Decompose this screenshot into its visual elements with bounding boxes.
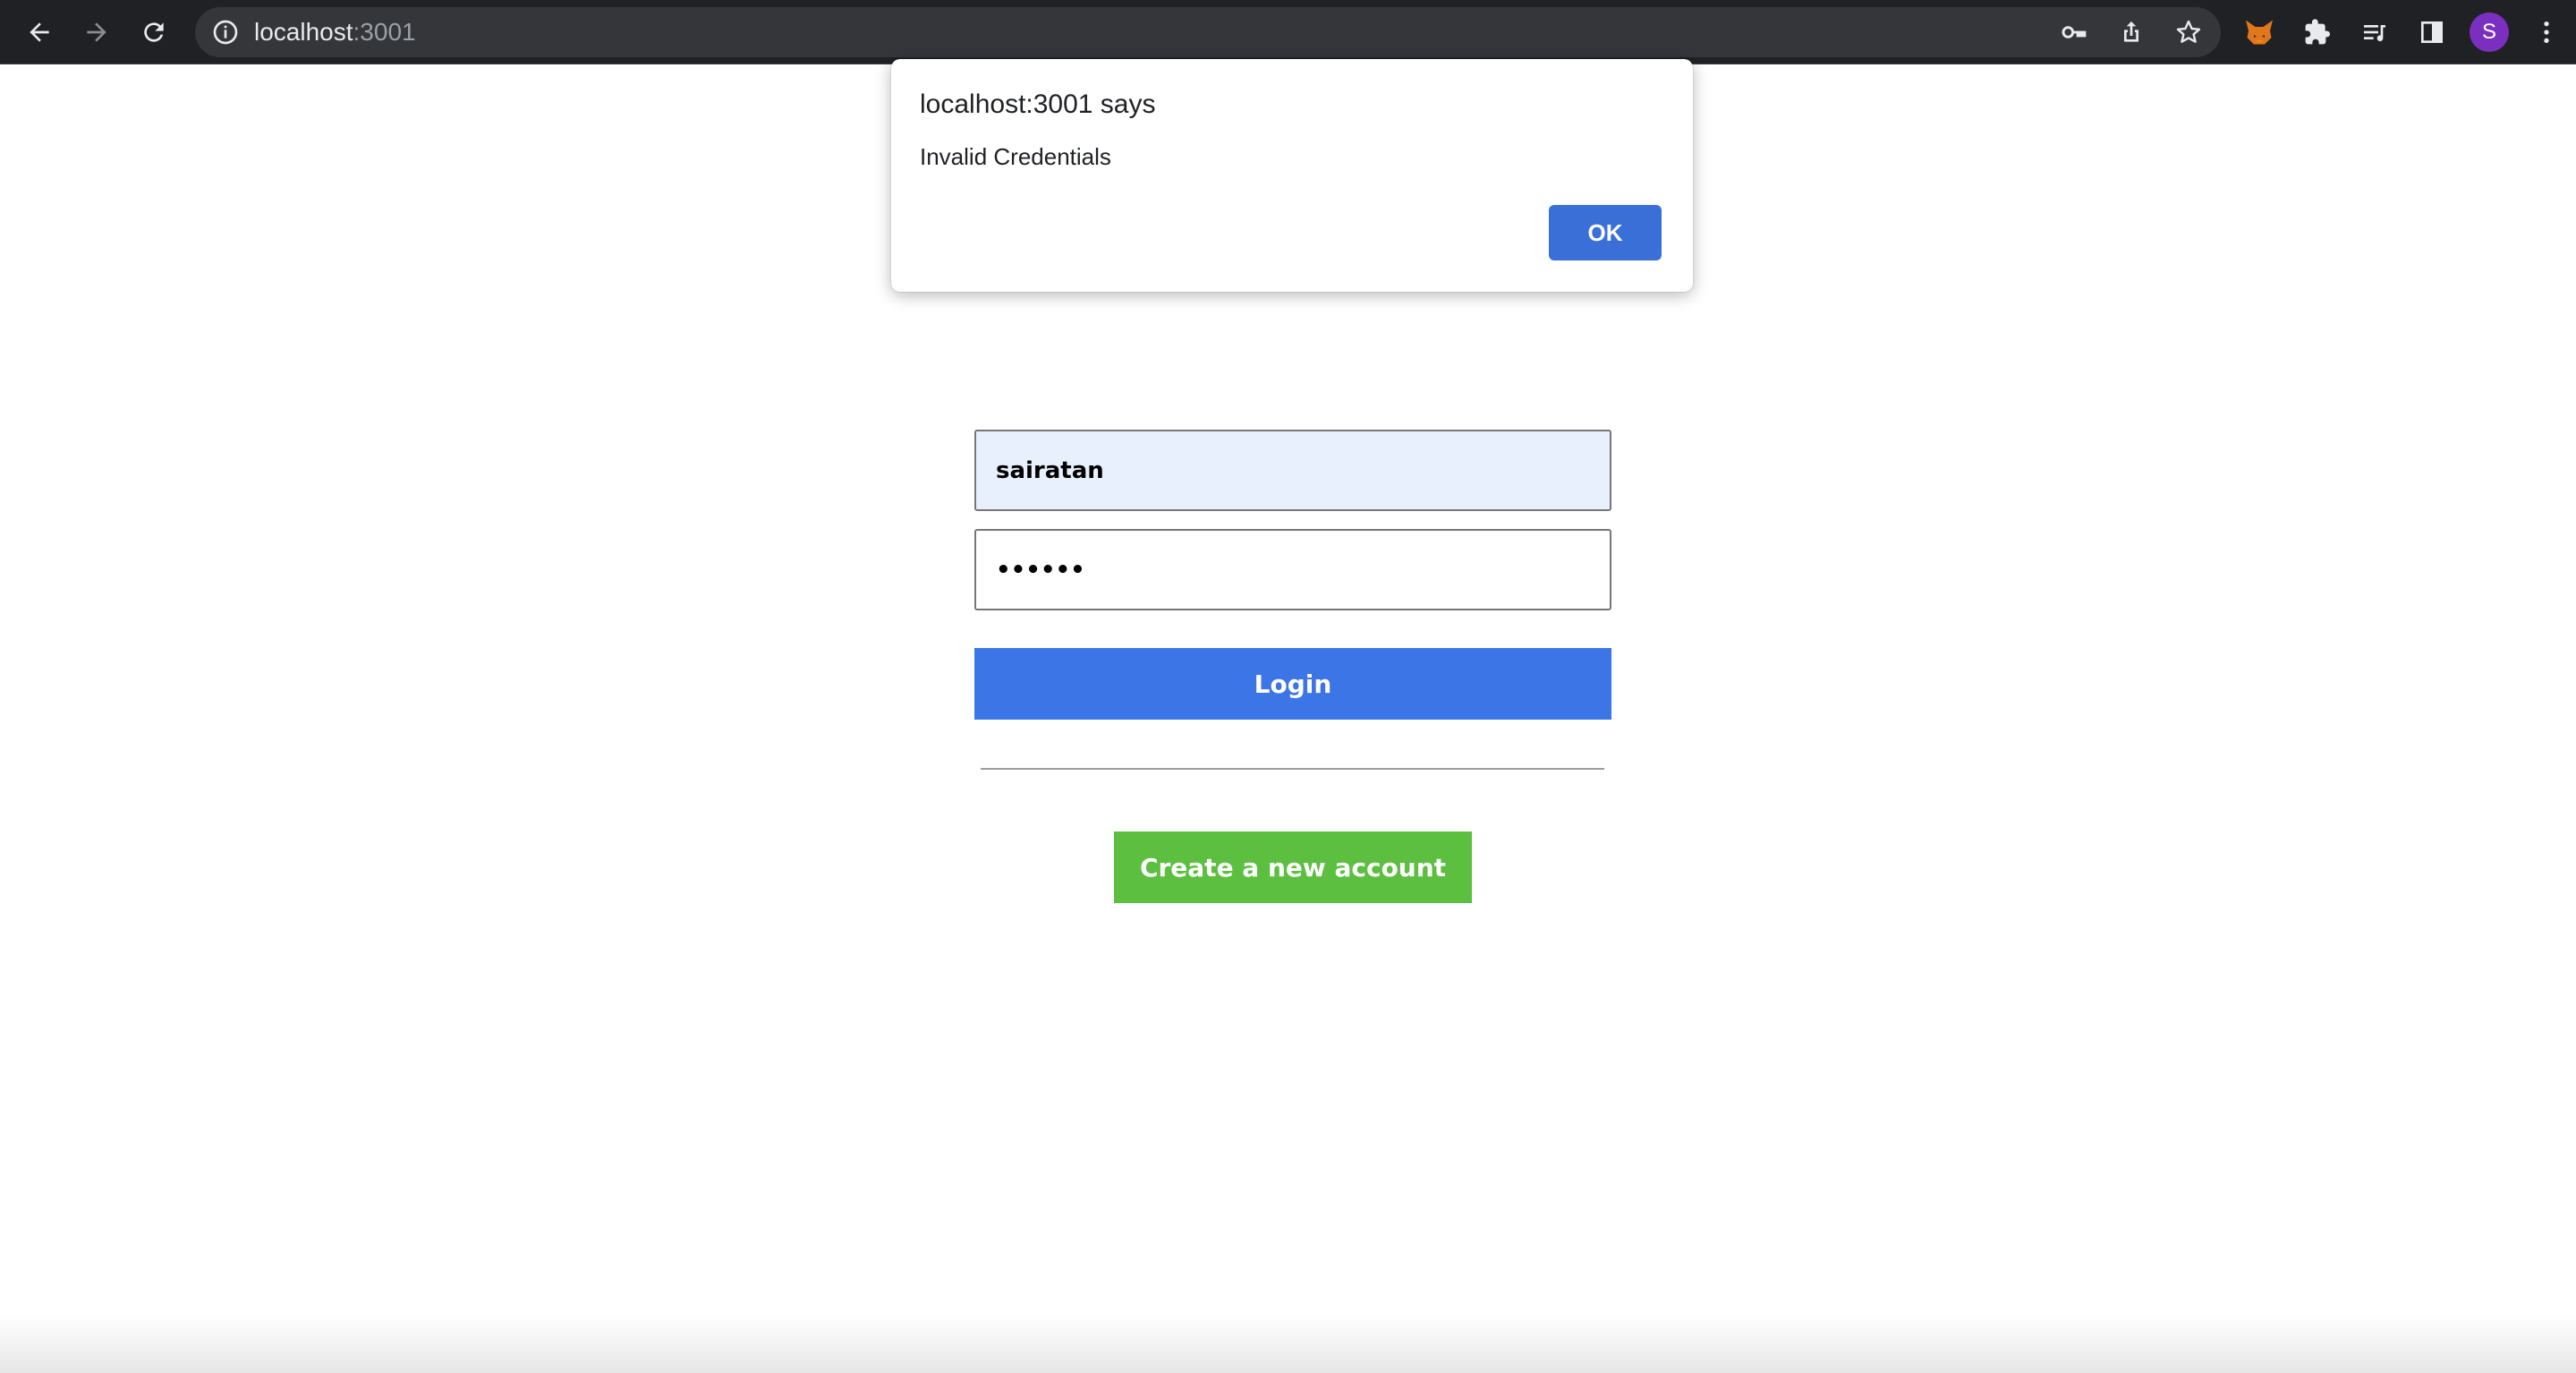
login-button[interactable]: Login — [974, 648, 1611, 720]
profile-avatar[interactable]: S — [2470, 13, 2509, 52]
fox-extension-icon[interactable] — [2243, 16, 2275, 48]
create-account-button[interactable]: Create a new account — [1114, 831, 1472, 903]
back-icon[interactable] — [23, 16, 55, 48]
divider — [981, 768, 1604, 770]
username-input[interactable] — [974, 430, 1611, 511]
url-port: :3001 — [353, 18, 416, 46]
kebab-menu-icon[interactable] — [2530, 16, 2563, 48]
reading-list-icon[interactable] — [2359, 16, 2391, 48]
dialog-message: Invalid Credentials — [920, 143, 1111, 170]
puzzle-icon[interactable] — [2301, 16, 2334, 48]
star-icon[interactable] — [2172, 16, 2205, 48]
info-icon[interactable] — [211, 18, 240, 47]
password-input[interactable] — [974, 529, 1611, 610]
key-icon[interactable] — [2058, 16, 2090, 48]
alert-dialog: localhost:3001 says Invalid Credentials … — [891, 59, 1693, 292]
url-text[interactable]: localhost:3001 — [254, 7, 416, 57]
address-bar[interactable]: localhost:3001 — [195, 7, 2221, 57]
url-host: localhost — [254, 18, 353, 46]
forward-icon[interactable] — [81, 16, 113, 48]
ok-button[interactable]: OK — [1549, 205, 1662, 260]
reload-icon[interactable] — [138, 16, 170, 48]
share-icon[interactable] — [2115, 16, 2147, 48]
dialog-title: localhost:3001 says — [920, 90, 1156, 119]
browser-toolbar: localhost:3001 S — [0, 0, 2576, 64]
side-panel-icon[interactable] — [2416, 16, 2448, 48]
window-bottom-edge — [0, 1314, 2576, 1373]
